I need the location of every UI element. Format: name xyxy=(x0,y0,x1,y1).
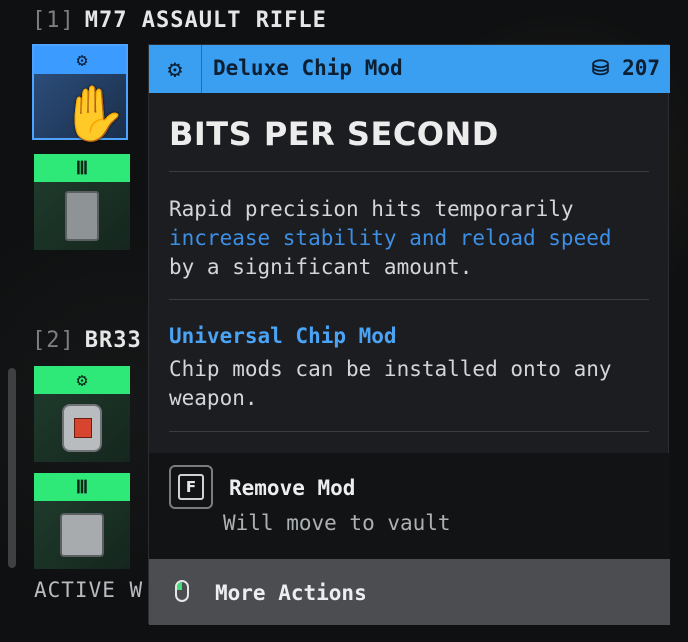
more-actions-label: More Actions xyxy=(215,581,367,605)
weapon-2-header: [2] BR33 xyxy=(32,328,142,353)
remove-mod-label: Remove Mod xyxy=(229,476,356,500)
scrollbar[interactable] xyxy=(8,368,16,568)
key-letter: F xyxy=(178,474,204,500)
mod-cost: ⛁ 207 xyxy=(592,56,660,80)
weapon-1-name: M77 ASSAULT RIFLE xyxy=(84,8,327,33)
tooltip-header: ⚙ Deluxe Chip Mod ⛁ 207 xyxy=(149,45,670,93)
universal-chip-text: Chip mods can be installed onto any weap… xyxy=(169,357,612,410)
chip-mod-image xyxy=(62,404,102,452)
divider xyxy=(169,431,649,432)
currency-icon: ⛁ xyxy=(591,56,610,80)
description-text-end: by a significant amount. xyxy=(169,255,473,279)
divider xyxy=(169,171,649,172)
divider xyxy=(169,299,649,300)
weapon-1-mag-slot[interactable]: Ⅲ xyxy=(34,154,130,250)
mod-title: BITS PER SECOND xyxy=(169,115,499,153)
universal-chip-heading: Universal Chip Mod xyxy=(169,324,397,348)
mag-mod-image xyxy=(60,513,104,557)
description-text: Rapid precision hits temporarily xyxy=(169,197,574,221)
chip-slot-icon: ⚙ xyxy=(34,366,130,394)
f-key-icon: F xyxy=(169,465,213,509)
mod-type-label: Deluxe Chip Mod xyxy=(213,56,403,80)
more-actions-button[interactable]: More Actions xyxy=(149,559,670,625)
mod-tooltip: ⚙ Deluxe Chip Mod ⛁ 207 BITS PER SECOND … xyxy=(148,44,670,625)
mouse-icon xyxy=(175,580,189,602)
weapon-2-name: BR33 xyxy=(84,328,142,353)
mag-slot-icon: Ⅲ xyxy=(34,473,130,501)
weapon-2-chip-slot[interactable]: ⚙ xyxy=(34,366,130,462)
cost-value: 207 xyxy=(622,56,660,80)
weapon-2-mag-slot[interactable]: Ⅲ xyxy=(34,473,130,569)
mag-mod-image xyxy=(65,191,99,241)
weapon-1-index: [1] xyxy=(32,8,75,33)
hand-cursor-icon: ✋ xyxy=(60,82,128,145)
mod-description: Rapid precision hits temporarily increas… xyxy=(169,195,649,282)
chip-mod-icon: ⚙ xyxy=(149,45,202,93)
description-highlight: increase stability and reload speed xyxy=(169,226,612,250)
weapon-2-index: [2] xyxy=(32,328,75,353)
remove-mod-subtext: Will move to vault xyxy=(223,511,451,535)
chip-slot-art xyxy=(34,394,130,462)
mag-slot-icon: Ⅲ xyxy=(34,154,130,182)
mag-slot-art xyxy=(34,501,130,569)
chip-slot-icon: ⚙ xyxy=(34,46,126,74)
weapon-1-header: [1] M77 ASSAULT RIFLE xyxy=(32,8,327,33)
remove-mod-action[interactable]: F Remove Mod Will move to vault xyxy=(149,453,670,559)
mag-slot-art xyxy=(34,182,130,250)
active-weapons-label: ACTIVE W xyxy=(34,578,144,602)
